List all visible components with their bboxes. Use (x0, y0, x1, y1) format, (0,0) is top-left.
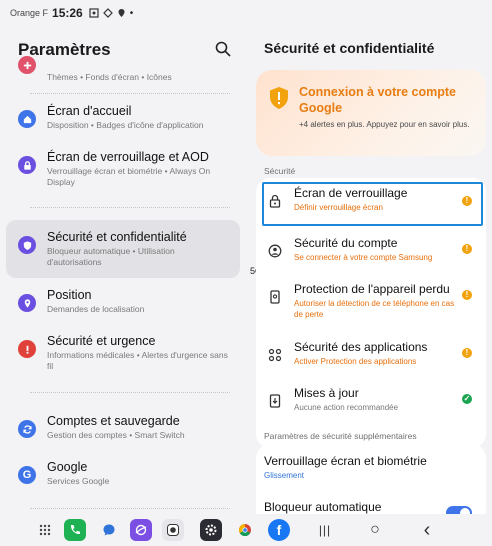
divider (30, 508, 230, 509)
sidebar-item-themes[interactable]: Thèmes • Fonds d'écran • Icônes (6, 56, 240, 83)
recents-icon: ||| (318, 523, 332, 537)
sidebar-item-home-screen[interactable]: Écran d'accueil Disposition • Badges d'i… (6, 104, 240, 131)
chrome-icon[interactable] (234, 519, 256, 541)
update-icon (269, 394, 281, 408)
location-icon (18, 294, 36, 312)
google-signin-card[interactable]: Connexion à votre compte Google +4 alert… (256, 70, 486, 156)
setting-subtitle: Autoriser la détection de ce téléphone e… (294, 299, 455, 319)
setting-subtitle: Activer Protection des applications (294, 357, 417, 366)
location-status-icon (118, 9, 125, 17)
detail-title: Sécurité et confidentialité (264, 40, 435, 56)
sidebar-item-subtitle: Bloqueur automatique • Utilisation d'aut… (47, 246, 175, 267)
sidebar-item-subtitle: Thèmes • Fonds d'écran • Icônes (47, 72, 172, 82)
settings-list-pane: Paramètres Thèmes • Fonds d'écran • Icôn… (0, 26, 246, 516)
sidebar-item-google[interactable]: G Google Services Google (6, 460, 240, 487)
home-icon (18, 110, 36, 128)
setting-title: Protection de l'appareil perdu (294, 282, 450, 296)
setting-subtitle: Glissement (264, 471, 305, 480)
sidebar-item-subtitle: Verrouillage écran et biométrie • Always… (47, 166, 211, 187)
messages-icon[interactable] (98, 519, 120, 541)
sidebar-item-label: Écran de verrouillage et AOD (47, 150, 209, 164)
setting-title: Sécurité du compte (294, 236, 398, 250)
section-header-security: Sécurité (264, 166, 296, 176)
notification-icons: • (89, 7, 134, 19)
sidebar-item-accounts-backup[interactable]: Comptes et sauvegarde Gestion des compte… (6, 414, 240, 441)
phone-find-icon (270, 290, 280, 304)
apps-grid-icon[interactable] (34, 519, 56, 541)
setting-title: Verrouillage écran et biométrie (264, 454, 427, 468)
setting-lost-device[interactable]: Protection de l'appareil perdu Autoriser… (256, 282, 486, 320)
sidebar-item-label: Position (47, 288, 92, 302)
sidebar-item-subtitle: Demandes de localisation (47, 304, 145, 314)
divider (30, 93, 230, 94)
sync-icon (18, 420, 36, 438)
section-header-additional: Paramètres de sécurité supplémentaires (264, 431, 417, 441)
promo-subtitle: +4 alertes en plus. Appuyez pour en savo… (299, 120, 470, 129)
setting-subtitle: Aucune action recommandée (294, 403, 399, 412)
sidebar-item-subtitle: Disposition • Badges d'icône d'applicati… (47, 120, 204, 130)
internet-icon[interactable] (130, 519, 152, 541)
setting-updates[interactable]: Mises à jour Aucune action recommandée ✓ (256, 386, 486, 413)
themes-icon (18, 56, 36, 74)
setting-title: Mises à jour (294, 386, 359, 400)
settings-icon[interactable] (200, 519, 222, 541)
sidebar-item-label: Sécurité et confidentialité (47, 230, 187, 244)
setting-account-security[interactable]: Sécurité du compte Se connecter à votre … (256, 236, 486, 263)
promo-title: Connexion à votre compte Google (299, 85, 456, 115)
warning-badge-icon: ! (462, 290, 472, 300)
screenshot-icon (89, 8, 99, 18)
emergency-icon (18, 340, 36, 358)
wifi-diamond-icon (102, 8, 113, 18)
divider (30, 392, 230, 393)
setting-app-security[interactable]: Sécurité des applications Activer Protec… (256, 340, 486, 367)
security-detail-pane: Sécurité et confidentialité Connexion à … (250, 26, 492, 516)
setting-lock-biometrics[interactable]: Verrouillage écran et biométrie Glisseme… (256, 454, 486, 481)
account-icon (268, 244, 282, 258)
shield-icon (18, 236, 36, 254)
sidebar-item-label: Google (47, 460, 88, 474)
lock-icon (18, 156, 36, 174)
setting-subtitle: Se connecter à votre compte Samsung (294, 253, 433, 262)
divider (30, 207, 230, 208)
navigation-bar: f ||| ○ ‹ (0, 514, 492, 546)
setting-title: Bloqueur automatique (264, 500, 382, 514)
carrier-label: Orange F (10, 8, 49, 18)
sidebar-item-safety-emergency[interactable]: Sécurité et urgence Informations médical… (6, 334, 240, 372)
sidebar-item-label: Comptes et sauvegarde (47, 414, 180, 428)
sidebar-item-label: Sécurité et urgence (47, 334, 156, 348)
apps-icon (268, 348, 282, 362)
setting-auto-blocker[interactable]: Bloqueur automatique (256, 500, 486, 516)
home-button[interactable]: ○ (366, 521, 384, 539)
sidebar-item-lock-screen[interactable]: Écran de verrouillage et AOD Verrouillag… (6, 150, 240, 188)
focus-highlight (262, 182, 483, 226)
sidebar-item-label: Écran d'accueil (47, 104, 132, 118)
phone-icon[interactable] (64, 519, 86, 541)
back-button[interactable]: ‹ (418, 519, 436, 541)
warning-badge-icon: ! (462, 348, 472, 358)
more-dot-icon: • (129, 7, 134, 19)
warning-shield-icon (270, 87, 288, 109)
recents-button[interactable]: ||| (316, 521, 334, 539)
search-icon[interactable] (214, 40, 232, 58)
sidebar-item-subtitle: Gestion des comptes • Smart Switch (47, 430, 185, 440)
sidebar-item-location[interactable]: Position Demandes de localisation (6, 288, 240, 315)
clock: 15:26 (52, 6, 83, 20)
setting-title: Sécurité des applications (294, 340, 428, 354)
status-bar: Orange F 15:26 • 5G 100 (0, 0, 492, 277)
warning-badge-icon: ! (462, 244, 472, 254)
google-icon: G (18, 466, 36, 484)
back-icon: ‹ (423, 519, 431, 541)
facebook-icon[interactable]: f (268, 519, 290, 541)
home-nav-icon: ○ (370, 521, 380, 538)
check-badge-icon: ✓ (462, 394, 472, 404)
sidebar-item-subtitle: Informations médicales • Alertes d'urgen… (47, 350, 228, 371)
camera-icon[interactable] (162, 519, 184, 541)
sidebar-item-security[interactable]: Sécurité et confidentialité Bloqueur aut… (6, 220, 240, 278)
sidebar-item-subtitle: Services Google (47, 476, 110, 486)
